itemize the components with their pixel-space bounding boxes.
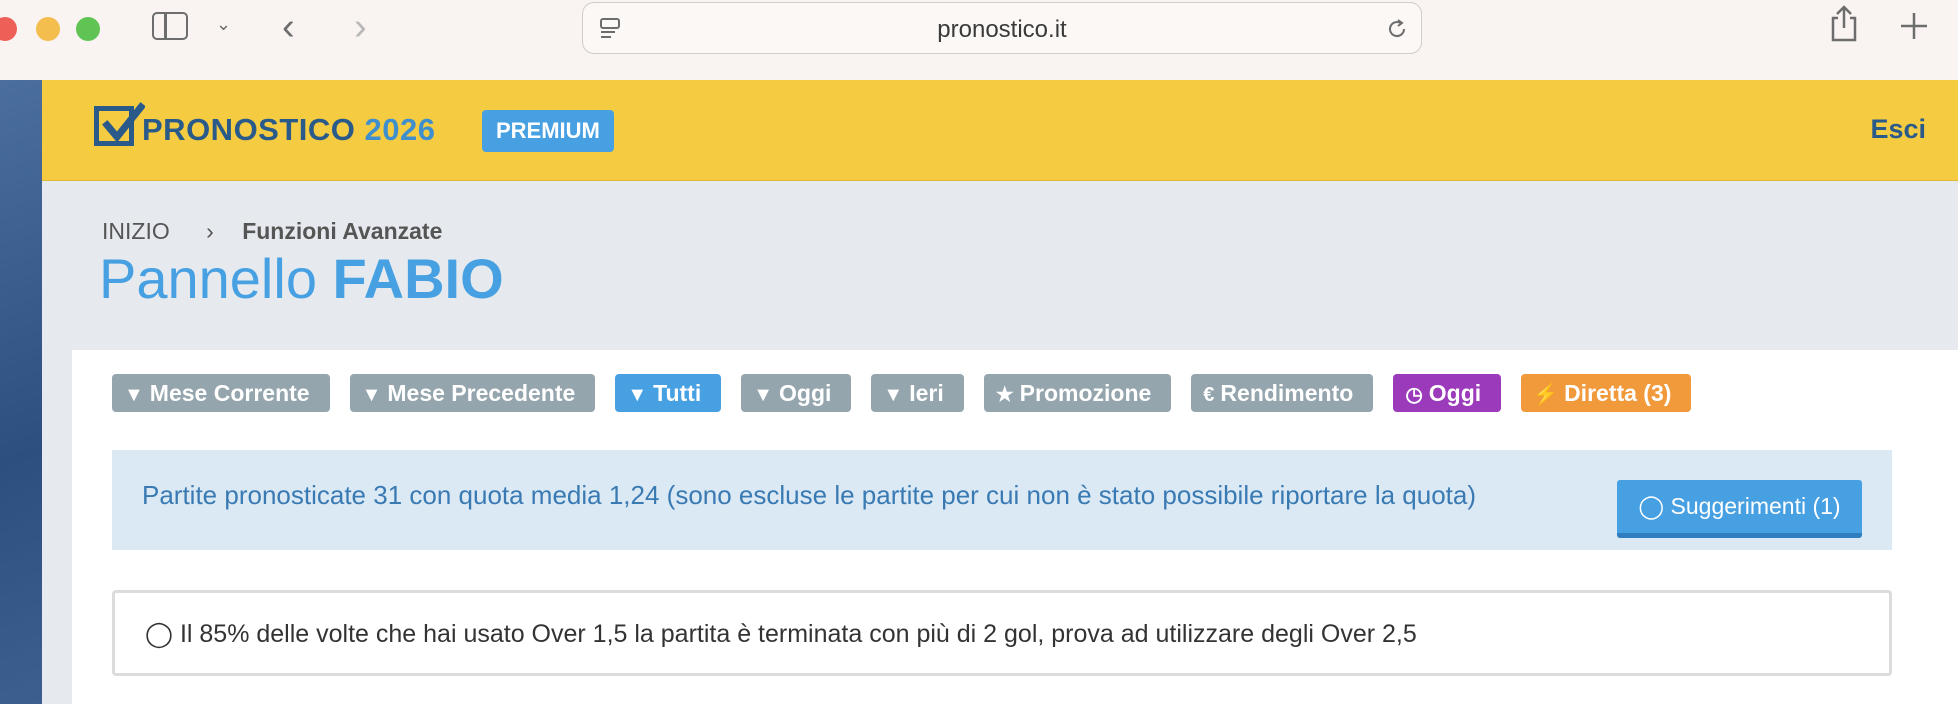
filter-mese-precedente[interactable]: ▼ Mese Precedente — [349, 374, 596, 412]
lightbulb-icon: ◯ — [1638, 493, 1665, 519]
filter-tutti[interactable]: ▼ Tutti — [615, 374, 722, 412]
forward-icon[interactable]: › — [354, 6, 367, 49]
chevron-down-icon[interactable]: ⌄ — [216, 14, 231, 35]
premium-badge: PREMIUM — [482, 110, 614, 152]
suggestions-label: Suggerimenti (1) — [1670, 493, 1841, 519]
filter-label: Ieri — [909, 380, 944, 406]
zoom-window-button[interactable] — [76, 17, 100, 41]
site-header: PRONOSTICO 2026 PREMIUM Esci — [42, 80, 1958, 181]
content-card: ▼ Mese Corrente ▼ Mese Precedente ▼ Tutti ▼… — [72, 350, 1958, 704]
page-title: Pannello FABIO — [99, 246, 504, 311]
filter-icon: ▼ — [753, 384, 774, 406]
back-icon[interactable]: ‹ — [282, 6, 295, 49]
filter-label: Oggi — [779, 380, 832, 406]
close-window-button[interactable] — [0, 17, 17, 41]
breadcrumb-home[interactable]: INIZIO — [102, 218, 170, 244]
address-bar[interactable]: pronostico.it — [582, 2, 1422, 54]
site-logo[interactable]: PRONOSTICO 2026 — [142, 112, 436, 148]
filter-label: Rendimento — [1220, 380, 1354, 406]
url-text: pronostico.it — [937, 16, 1067, 43]
desktop-background — [0, 80, 42, 704]
suggestion-box: ◯ Il 85% delle volte che hai usato Over … — [112, 590, 1892, 676]
suggestion-text: ◯ Il 85% delle volte che hai usato Over … — [145, 619, 1417, 649]
filter-label: Tutti — [653, 380, 702, 406]
filter-label: Oggi — [1428, 380, 1482, 406]
clock-icon: ◷ — [1405, 384, 1423, 406]
filter-label: Mese Corrente — [149, 380, 310, 406]
lightbulb-icon: ◯ — [145, 620, 173, 648]
trophy-icon: ★ — [995, 384, 1014, 406]
filter-label: Diretta (3) — [1564, 380, 1672, 406]
filter-promozione[interactable]: ★ Promozione — [983, 374, 1172, 412]
breadcrumb-current: Funzioni Avanzate — [242, 218, 443, 244]
new-tab-icon[interactable] — [1898, 10, 1930, 42]
filter-bar: ▼ Mese Corrente ▼ Mese Precedente ▼ Tutti ▼… — [112, 374, 1692, 412]
filter-icon: ▼ — [361, 384, 382, 406]
breadcrumb: INIZIO › Funzioni Avanzate — [102, 218, 442, 245]
logo-main-text: PRONOSTICO — [142, 112, 356, 147]
logo-check-icon — [94, 102, 145, 146]
filter-icon: ▼ — [627, 384, 648, 406]
filter-label: Promozione — [1019, 380, 1152, 406]
filter-label: Mese Precedente — [387, 380, 576, 406]
browser-toolbar: ⌄ ‹ › pronostico.it — [0, 0, 1958, 80]
reload-icon[interactable] — [1385, 17, 1409, 41]
stats-info-box: Partite pronosticate 31 con quota media … — [112, 450, 1892, 550]
suggestions-button[interactable]: ◯ Suggerimenti (1) — [1617, 480, 1862, 538]
filter-ieri[interactable]: ▼ Ieri — [871, 374, 964, 412]
chevron-right-icon: › — [206, 218, 214, 244]
filter-icon: ▼ — [883, 384, 904, 406]
euro-icon: € — [1203, 384, 1215, 406]
share-icon[interactable] — [1828, 4, 1860, 44]
filter-oggi[interactable]: ▼ Oggi — [741, 374, 852, 412]
filter-icon: ▼ — [124, 384, 144, 406]
filter-oggi-live[interactable]: ◷ Oggi — [1393, 374, 1502, 412]
bolt-icon: ⚡ — [1533, 384, 1559, 406]
minimize-window-button[interactable] — [36, 17, 60, 41]
stats-info-text: Partite pronosticate 31 con quota media … — [142, 480, 1477, 510]
sidebar-toggle-icon[interactable] — [152, 12, 188, 40]
filter-mese-corrente[interactable]: ▼ Mese Corrente — [112, 374, 330, 412]
filter-diretta[interactable]: ⚡ Diretta (3) — [1521, 374, 1692, 412]
page-title-name: FABIO — [332, 247, 504, 310]
page-title-prefix: Pannello — [99, 247, 317, 310]
filter-rendimento[interactable]: € Rendimento — [1191, 374, 1374, 412]
logout-link[interactable]: Esci — [1870, 114, 1926, 145]
logo-year-text: 2026 — [364, 112, 436, 147]
suggestion-message: Il 85% delle volte che hai usato Over 1,… — [179, 620, 1417, 648]
